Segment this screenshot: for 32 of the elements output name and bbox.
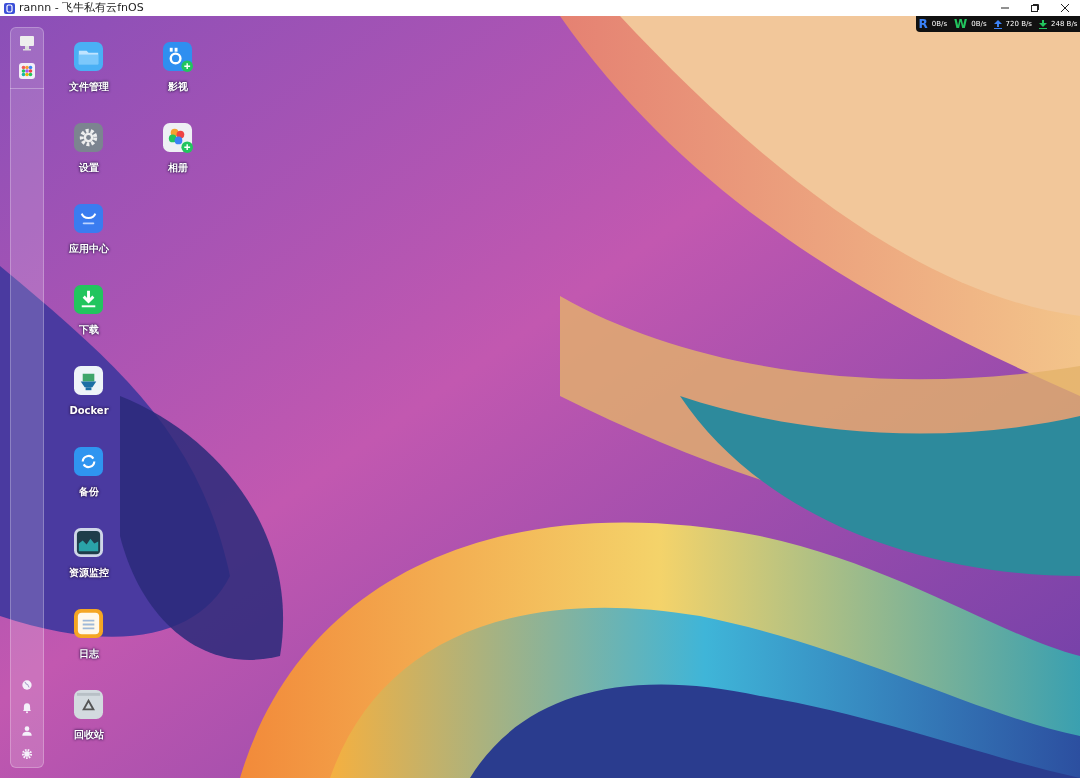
window-title: rannn - 飞牛私有云fnOS xyxy=(19,0,144,16)
folder-icon xyxy=(74,42,104,72)
flower-icon xyxy=(163,123,193,153)
desktop-app[interactable]: 下载 xyxy=(56,285,122,357)
sync-icon xyxy=(74,447,104,477)
bell-button[interactable] xyxy=(20,701,34,715)
video-icon xyxy=(163,42,193,72)
shopping-bag-icon xyxy=(74,204,104,234)
user-button[interactable] xyxy=(20,724,34,738)
desktop-app[interactable]: 日志 xyxy=(56,609,122,681)
desktop-app[interactable]: 应用中心 xyxy=(56,204,122,276)
desktop-button[interactable] xyxy=(18,34,36,52)
desktop-app[interactable]: 回收站 xyxy=(56,690,122,762)
desktop-app[interactable]: 设置 xyxy=(56,123,122,195)
apps-button[interactable] xyxy=(18,62,36,80)
plant-pot-icon xyxy=(74,366,104,396)
close-icon xyxy=(1060,3,1070,13)
chart-monitor-icon xyxy=(74,528,104,558)
clipboard-icon xyxy=(74,609,104,639)
restore-icon xyxy=(1030,3,1040,13)
desktop-app[interactable]: 资源监控 xyxy=(56,528,122,600)
stat-label: R xyxy=(918,18,928,30)
recycle-icon xyxy=(74,690,104,720)
settings-button[interactable] xyxy=(20,747,34,761)
settings-icon xyxy=(74,123,104,153)
desktop-app[interactable]: 相册 xyxy=(145,123,211,195)
desktop-app[interactable]: Docker xyxy=(56,366,122,438)
stat-label: W xyxy=(954,18,968,30)
desktop-app[interactable]: 影视 xyxy=(145,42,211,114)
desktop-app[interactable]: 文件管理 xyxy=(56,42,122,114)
download-icon xyxy=(74,285,104,315)
desktop-app[interactable]: 备份 xyxy=(56,447,122,519)
